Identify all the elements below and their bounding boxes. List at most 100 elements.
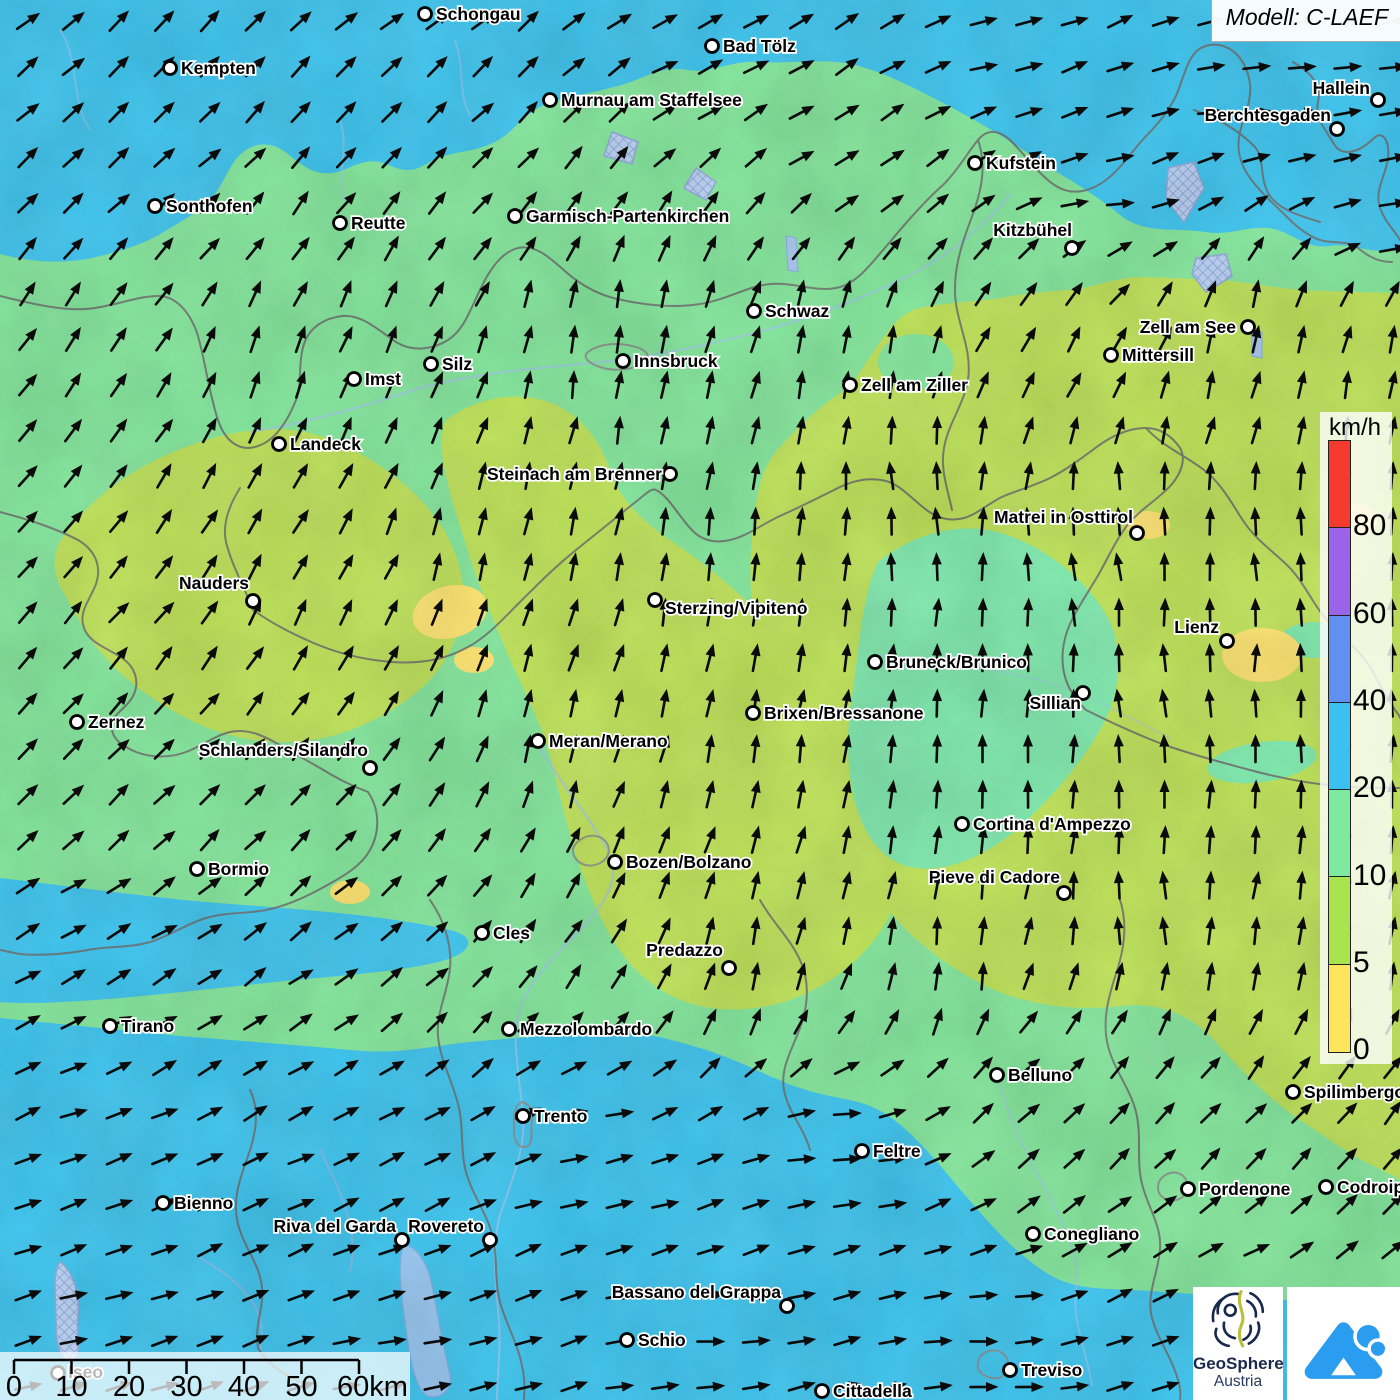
city-label: Bad Tölz [723, 36, 796, 56]
city-marker [544, 94, 557, 107]
city-label: Zell am Ziller [861, 375, 968, 395]
city-marker [956, 818, 969, 831]
city-marker [396, 1234, 409, 1247]
city-marker [816, 1385, 829, 1398]
legend: km/h 806040201050 [1320, 412, 1392, 1064]
city-marker [1242, 321, 1255, 334]
city-label: Pieve di Cadore [929, 867, 1061, 887]
city-label: Feltre [873, 1141, 921, 1161]
city-label: Bormio [208, 859, 269, 879]
city-marker [532, 735, 545, 748]
city-marker [71, 716, 84, 729]
model-label: Modell: C-LAEF [1226, 4, 1388, 30]
city-label: Bienno [174, 1193, 233, 1213]
city-label: Sonthofen [166, 196, 253, 216]
city-marker [273, 438, 286, 451]
geosphere-name: GeoSphere [1193, 1355, 1283, 1373]
city-label: Bozen/Bolzano [626, 852, 751, 872]
city-marker [1105, 349, 1118, 362]
city-label: Mittersill [1122, 345, 1194, 365]
city-marker [164, 62, 177, 75]
city-label: Trento [534, 1106, 587, 1126]
city-label: Spilimbergo [1304, 1082, 1400, 1102]
city-cles: Cles [476, 923, 531, 943]
legend-segment-80 [1329, 441, 1350, 528]
city-marker [1182, 1183, 1195, 1196]
city-label: Mezzolombardo [520, 1019, 652, 1039]
city-garmisch-partenkirchen: Garmisch-Partenkirchen [509, 206, 730, 226]
city-zell-am-ziller: Zell am Ziller [844, 375, 969, 395]
legend-tick-40: 40 [1353, 686, 1386, 716]
city-marker [781, 1300, 794, 1313]
city-marker [348, 373, 361, 386]
city-marker [1331, 123, 1344, 136]
city-label: Cittadella [833, 1381, 912, 1400]
city-label: Brixen/Bressanone [764, 703, 924, 723]
city-label: Belluno [1008, 1065, 1072, 1085]
city-marker [476, 927, 489, 940]
city-marker [1027, 1228, 1040, 1241]
geosphere-country: Austria [1193, 1373, 1283, 1390]
city-schio: Schio [621, 1330, 686, 1350]
scale-tick-label: 60km [337, 1371, 408, 1400]
legend-segment-5 [1329, 877, 1350, 964]
city-label: Innsbruck [634, 351, 718, 371]
city-brixen-bressanone: Brixen/Bressanone [747, 703, 924, 723]
city-label: Landeck [290, 434, 361, 454]
city-label: Matrei in Osttirol [994, 507, 1133, 527]
legend-tick-0: 0 [1353, 1035, 1370, 1065]
city-marker [723, 962, 736, 975]
wind-forecast-map: SchongauBad TölzKemptenMurnau am Staffel… [0, 0, 1400, 1400]
city-marker [617, 355, 630, 368]
city-marker [191, 863, 204, 876]
city-label: Schlanders/Silandro [199, 740, 368, 760]
city-label: Kitzbühel [993, 220, 1072, 240]
city-label: Kufstein [986, 153, 1056, 173]
geosphere-logo: GeoSphere Austria [1193, 1287, 1283, 1400]
city-marker [503, 1023, 516, 1036]
city-marker [869, 656, 882, 669]
city-bruneck-brunico: Bruneck/Brunico [869, 652, 1028, 672]
city-label: Kempten [181, 58, 256, 78]
city-marker [149, 200, 162, 213]
city-marker [509, 210, 522, 223]
city-label: Berchtesgaden [1205, 105, 1331, 125]
city-marker [747, 707, 760, 720]
legend-tick-20: 20 [1353, 773, 1386, 803]
city-label: Predazzo [646, 940, 723, 960]
city-bozen-bolzano: Bozen/Bolzano [609, 852, 752, 872]
city-label: Hallein [1313, 78, 1370, 98]
city-marker [1058, 887, 1071, 900]
city-marker [517, 1110, 530, 1123]
city-label: Cortina d'Ampezzo [973, 814, 1131, 834]
city-label: Tirano [121, 1016, 174, 1036]
city-marker [425, 358, 438, 371]
city-label: Sterzing/Vipiteno [665, 598, 808, 618]
city-label: Conegliano [1044, 1224, 1139, 1244]
legend-tick-60: 60 [1353, 599, 1386, 629]
city-murnau-am-staffelsee: Murnau am Staffelsee [544, 90, 743, 110]
city-label: Garmisch-Partenkirchen [526, 206, 729, 226]
city-label: Nauders [179, 573, 249, 593]
legend-tick-5: 5 [1353, 948, 1370, 978]
city-marker [157, 1197, 170, 1210]
city-label: Cles [493, 923, 530, 943]
geosphere-swirl-icon [1206, 1287, 1270, 1349]
city-marker [706, 40, 719, 53]
city-silz: Silz [425, 354, 473, 374]
scale-tick-label: 0 [6, 1371, 22, 1400]
city-marker [364, 762, 377, 775]
city-label: Silz [442, 354, 472, 374]
city-label: Murnau am Staffelsee [561, 90, 742, 110]
legend-segment-60 [1329, 528, 1350, 615]
city-conegliano: Conegliano [1027, 1224, 1140, 1244]
city-marker [664, 468, 677, 481]
city-marker [419, 8, 432, 21]
city-marker [621, 1334, 634, 1347]
model-box: Modell: C-LAEF [1211, 0, 1400, 42]
city-marker [649, 594, 662, 607]
city-marker [969, 157, 982, 170]
city-marker [844, 379, 857, 392]
city-marker [334, 217, 347, 230]
city-imst: Imst [348, 369, 402, 389]
